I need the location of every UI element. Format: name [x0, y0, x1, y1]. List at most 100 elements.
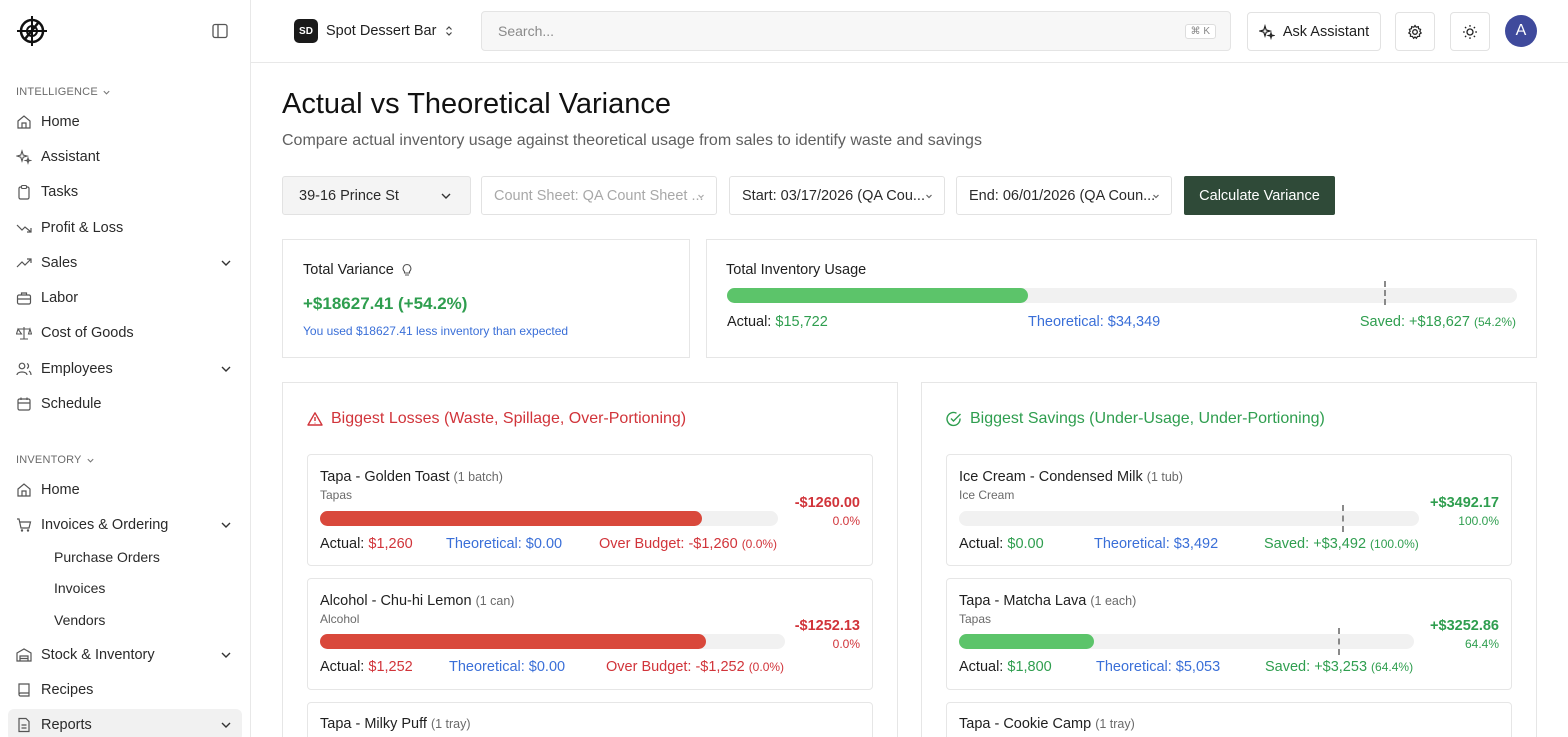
chevron-down-icon	[221, 652, 231, 658]
book-icon	[16, 682, 32, 698]
sidebar-item-invoices-ordering[interactable]: Invoices & Ordering	[8, 509, 242, 541]
savings-title: Biggest Savings (Under-Usage, Under-Port…	[946, 410, 1325, 428]
item-delta-label: Over Budget:	[606, 659, 692, 675]
settings-button[interactable]	[1395, 12, 1435, 51]
item-unit: (1 batch)	[453, 470, 503, 484]
sidebar-item-tasks[interactable]: Tasks	[8, 176, 242, 208]
item-delta-label: Saved:	[1265, 659, 1311, 675]
lightbulb-icon[interactable]	[401, 263, 413, 277]
users-icon	[16, 361, 32, 377]
section-label-intelligence[interactable]: INTELLIGENCE	[16, 86, 111, 98]
sidebar-item-home[interactable]: Home	[8, 106, 242, 138]
loss-item[interactable]: Tapa - Milky Puff (1 tray)	[307, 702, 873, 737]
location-select[interactable]: 39-16 Prince St	[282, 176, 471, 215]
sidebar-item-inventory-home[interactable]: Home	[8, 474, 242, 506]
sidebar-item-reports[interactable]: Reports	[8, 709, 242, 737]
sidebar-item-profit-loss[interactable]: Profit & Loss	[8, 212, 242, 244]
ask-assistant-label: Ask Assistant	[1282, 23, 1370, 40]
theoretical-marker	[1342, 505, 1345, 532]
total-variance-title: Total Variance	[303, 262, 413, 278]
sidebar-item-label: Labor	[41, 290, 79, 306]
sidebar-item-labor[interactable]: Labor	[8, 282, 242, 314]
item-name: Alcohol - Chu-hi Lemon	[320, 593, 472, 609]
losses-panel: Biggest Losses (Waste, Spillage, Over-Po…	[282, 382, 898, 737]
item-actual: $1,260	[368, 536, 413, 552]
sidebar-item-label: Home	[41, 482, 80, 498]
sidebar-item-label: Tasks	[41, 184, 79, 200]
chevron-down-icon	[441, 193, 451, 199]
sidebar-item-label: Invoices & Ordering	[41, 517, 169, 533]
search-shortcut: ⌘ K	[1184, 24, 1216, 39]
sidebar-item-label: Employees	[41, 361, 113, 377]
inventory-usage-saved: Saved: +$18,627 (54.2%)	[1360, 314, 1516, 330]
item-delta-pct: (100.0%)	[1370, 537, 1419, 551]
saving-item[interactable]: Tapa - Cookie Camp (1 tray)	[946, 702, 1512, 737]
saving-item[interactable]: Ice Cream - Condensed Milk (1 tub) Ice C…	[946, 454, 1512, 566]
item-delta: +$3,253	[1314, 659, 1368, 675]
item-unit: (1 tray)	[1095, 717, 1135, 731]
sidebar-item-schedule[interactable]: Schedule	[8, 388, 242, 420]
inventory-usage-title: Total Inventory Usage	[726, 262, 867, 278]
sidebar-subitem-invoices[interactable]: Invoices	[54, 577, 105, 599]
org-badge: SD	[294, 19, 318, 43]
item-theoretical: $0.00	[525, 536, 563, 552]
chevron-down-icon	[86, 458, 94, 463]
saving-item[interactable]: Tapa - Matcha Lava (1 each) Tapas +$3252…	[946, 578, 1512, 690]
sidebar-item-sales[interactable]: Sales	[8, 247, 242, 279]
calculate-variance-button[interactable]: Calculate Variance	[1184, 176, 1335, 215]
sidebar-subitem-vendors[interactable]: Vendors	[54, 609, 105, 631]
sidebar-item-employees[interactable]: Employees	[8, 353, 242, 385]
avatar[interactable]: A	[1505, 15, 1537, 47]
item-delta-pct: (64.4%)	[1371, 660, 1414, 674]
item-pct: 0.0%	[832, 514, 860, 528]
home-icon	[16, 482, 32, 498]
count-sheet-select[interactable]: Count Sheet: QA Count Sheet ...	[481, 176, 717, 215]
sidebar-item-cost-of-goods[interactable]: Cost of Goods	[8, 317, 242, 349]
item-amount: -$1252.13	[794, 618, 860, 634]
sidebar-toggle-icon[interactable]	[212, 23, 229, 39]
theoretical-value: $34,349	[1107, 314, 1161, 330]
loss-item[interactable]: Tapa - Golden Toast (1 batch) Tapas -$12…	[307, 454, 873, 566]
start-date-select[interactable]: Start: 03/17/2026 (QA Cou...	[729, 176, 945, 215]
item-pct: 64.4%	[1464, 637, 1499, 651]
logo-icon[interactable]	[16, 15, 48, 47]
item-usage-bar	[959, 505, 1419, 532]
item-theoretical: $3,492	[1173, 536, 1219, 552]
end-date-select[interactable]: End: 06/01/2026 (QA Coun...	[956, 176, 1172, 215]
item-delta: -$1,260	[688, 536, 738, 552]
sidebar-item-recipes[interactable]: Recipes	[8, 674, 242, 706]
loss-item[interactable]: Alcohol - Chu-hi Lemon (1 can) Alcohol -…	[307, 578, 873, 690]
item-name: Tapa - Golden Toast	[320, 469, 450, 485]
chevron-down-icon	[221, 366, 231, 372]
item-delta-pct: (0.0%)	[741, 537, 778, 551]
org-switcher[interactable]: SD Spot Dessert Bar	[294, 19, 454, 43]
sidebar-subitem-purchase-orders[interactable]: Purchase Orders	[54, 546, 160, 568]
sidebar-item-assistant[interactable]: Assistant	[8, 141, 242, 173]
theme-toggle-button[interactable]	[1450, 12, 1490, 51]
search-placeholder: Search...	[498, 23, 555, 39]
item-theoretical: $0.00	[528, 659, 566, 675]
location-value: 39-16 Prince St	[299, 187, 399, 204]
section-label-inventory[interactable]: INVENTORY	[16, 454, 95, 466]
ask-assistant-button[interactable]: Ask Assistant	[1247, 12, 1381, 51]
clipboard-icon	[16, 184, 32, 200]
page-subtitle: Compare actual inventory usage against t…	[282, 132, 982, 149]
inventory-usage-card: Total Inventory Usage Actual: $15,722 Th…	[706, 239, 1537, 358]
sidebar-item-label: Schedule	[41, 396, 102, 412]
total-variance-note: You used $18627.41 less inventory than e…	[303, 324, 569, 338]
item-actual: $1,800	[1007, 659, 1052, 675]
saved-label: Saved:	[1359, 314, 1406, 330]
sidebar-item-stock-inventory[interactable]: Stock & Inventory	[8, 639, 242, 671]
section-label-text: INVENTORY	[16, 454, 82, 466]
item-delta-label: Over Budget:	[599, 536, 685, 552]
sparkle-icon	[16, 149, 32, 165]
actual-label: Actual:	[320, 659, 365, 675]
sidebar-item-label: Profit & Loss	[41, 220, 124, 236]
theoretical-label: Theoretical:	[446, 536, 522, 552]
savings-title-text: Biggest Savings (Under-Usage, Under-Port…	[970, 410, 1325, 427]
chevron-down-icon	[698, 194, 704, 199]
warehouse-icon	[16, 647, 32, 663]
total-variance-title-text: Total Variance	[303, 262, 394, 278]
item-usage-fill	[959, 634, 1095, 649]
search-input[interactable]: Search... ⌘ K	[481, 11, 1231, 51]
